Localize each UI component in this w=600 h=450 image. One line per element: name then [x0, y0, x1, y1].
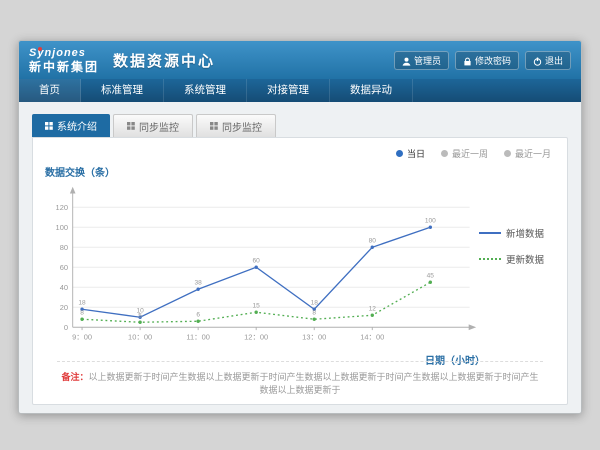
change-password-label: 修改密码	[475, 54, 511, 67]
filter-last-month[interactable]: 最近一月	[504, 147, 551, 160]
solid-line-icon	[479, 232, 501, 234]
tab-bar: 系统介绍 同步监控 同步监控	[32, 114, 568, 137]
tab-label: 系统介绍	[57, 118, 97, 133]
svg-text:5: 5	[138, 312, 142, 319]
svg-text:9：00: 9：00	[72, 333, 92, 342]
svg-text:60: 60	[60, 263, 68, 272]
nav-item-data-change[interactable]: 数据异动	[330, 79, 413, 102]
nav-item-home[interactable]: 首页	[19, 79, 81, 102]
svg-text:60: 60	[253, 257, 261, 264]
filter-label: 当日	[407, 147, 425, 160]
footnote-label: 备注：	[61, 372, 88, 382]
y-axis-title: 数据交换（条）	[45, 164, 115, 179]
footnote: 备注：以上数据更新于时间产生数据以上数据更新于时间产生数据以上数据更新于时间产生…	[57, 361, 543, 396]
filter-today[interactable]: 当日	[396, 147, 425, 160]
user-icon	[402, 57, 410, 65]
change-password-button[interactable]: 修改密码	[455, 51, 519, 70]
legend-item-updated-data: 更新数据	[479, 252, 559, 266]
grid-icon	[127, 122, 135, 130]
svg-text:8: 8	[312, 309, 316, 316]
svg-text:40: 40	[60, 283, 68, 292]
svg-text:100: 100	[425, 217, 436, 224]
grid-icon	[45, 122, 53, 130]
page-title: 数据资源中心	[113, 50, 215, 71]
logout-button[interactable]: 退出	[525, 51, 571, 70]
chart-panel: 当日 最近一周 最近一月 数据交换（条） 0 20 40 60 80 100 120 9：00…	[32, 137, 568, 405]
main-nav: 首页 标准管理 系统管理 对接管理 数据异动	[19, 79, 581, 102]
power-icon	[533, 57, 541, 65]
legend-label: 更新数据	[506, 252, 544, 266]
dotted-line-icon	[479, 258, 501, 260]
svg-text:80: 80	[369, 237, 377, 244]
tab-sync-monitor-2[interactable]: 同步监控	[196, 114, 276, 137]
nav-item-system-mgmt[interactable]: 系统管理	[164, 79, 247, 102]
tab-sync-monitor-1[interactable]: 同步监控	[113, 114, 193, 137]
nav-item-connect-mgmt[interactable]: 对接管理	[247, 79, 330, 102]
filter-dot	[396, 150, 403, 157]
app-window: Synjones 新中新集团 数据资源中心 管理员 修改密码 退出	[18, 40, 582, 414]
filter-last-week[interactable]: 最近一周	[441, 147, 488, 160]
time-range-filters: 当日 最近一周 最近一月	[396, 147, 551, 160]
svg-text:12：00: 12：00	[244, 333, 268, 342]
tab-system-intro[interactable]: 系统介绍	[32, 114, 110, 137]
header-actions: 管理员 修改密码 退出	[394, 51, 571, 70]
svg-text:0: 0	[64, 323, 68, 332]
svg-text:12: 12	[369, 305, 377, 312]
legend-item-new-data: 新增数据	[479, 226, 559, 240]
content-area: 系统介绍 同步监控 同步监控 当日	[19, 102, 581, 414]
filter-label: 最近一月	[515, 147, 551, 160]
svg-text:13：00: 13：00	[302, 333, 326, 342]
app-header: Synjones 新中新集团 数据资源中心 管理员 修改密码 退出	[19, 41, 581, 79]
grid-icon	[210, 122, 218, 130]
svg-text:10：00: 10：00	[128, 333, 152, 342]
svg-text:18: 18	[78, 299, 86, 306]
admin-user-button[interactable]: 管理员	[394, 51, 449, 70]
lock-icon	[463, 57, 471, 65]
logo-text-cn: 新中新集团	[29, 61, 99, 73]
svg-text:80: 80	[60, 243, 68, 252]
admin-user-label: 管理员	[414, 54, 441, 67]
svg-text:15: 15	[253, 302, 261, 309]
logout-label: 退出	[545, 54, 563, 67]
chart-legend: 新增数据 更新数据	[479, 226, 559, 278]
logo-red-dot	[38, 47, 42, 51]
svg-text:14：00: 14：00	[360, 333, 384, 342]
filter-dot	[504, 150, 511, 157]
tab-label: 同步监控	[222, 119, 262, 134]
svg-text:20: 20	[60, 303, 68, 312]
legend-label: 新增数据	[506, 226, 544, 240]
line-chart: 0 20 40 60 80 100 120 9：00 10：00 11：00 12：00 13：00 1…	[39, 182, 479, 359]
svg-text:11：00: 11：00	[186, 333, 210, 342]
svg-text:120: 120	[56, 203, 68, 212]
svg-text:6: 6	[196, 311, 200, 318]
svg-text:38: 38	[195, 279, 203, 286]
filter-label: 最近一周	[452, 147, 488, 160]
footnote-text: 以上数据更新于时间产生数据以上数据更新于时间产生数据以上数据更新于时间产生数据以…	[89, 372, 539, 395]
nav-item-standard-mgmt[interactable]: 标准管理	[81, 79, 164, 102]
svg-text:100: 100	[56, 223, 68, 232]
brand-logo: Synjones 新中新集团	[29, 48, 99, 73]
tab-label: 同步监控	[139, 119, 179, 134]
svg-text:45: 45	[427, 272, 435, 279]
svg-text:18: 18	[311, 299, 319, 306]
filter-dot	[441, 150, 448, 157]
svg-text:8: 8	[80, 309, 84, 316]
